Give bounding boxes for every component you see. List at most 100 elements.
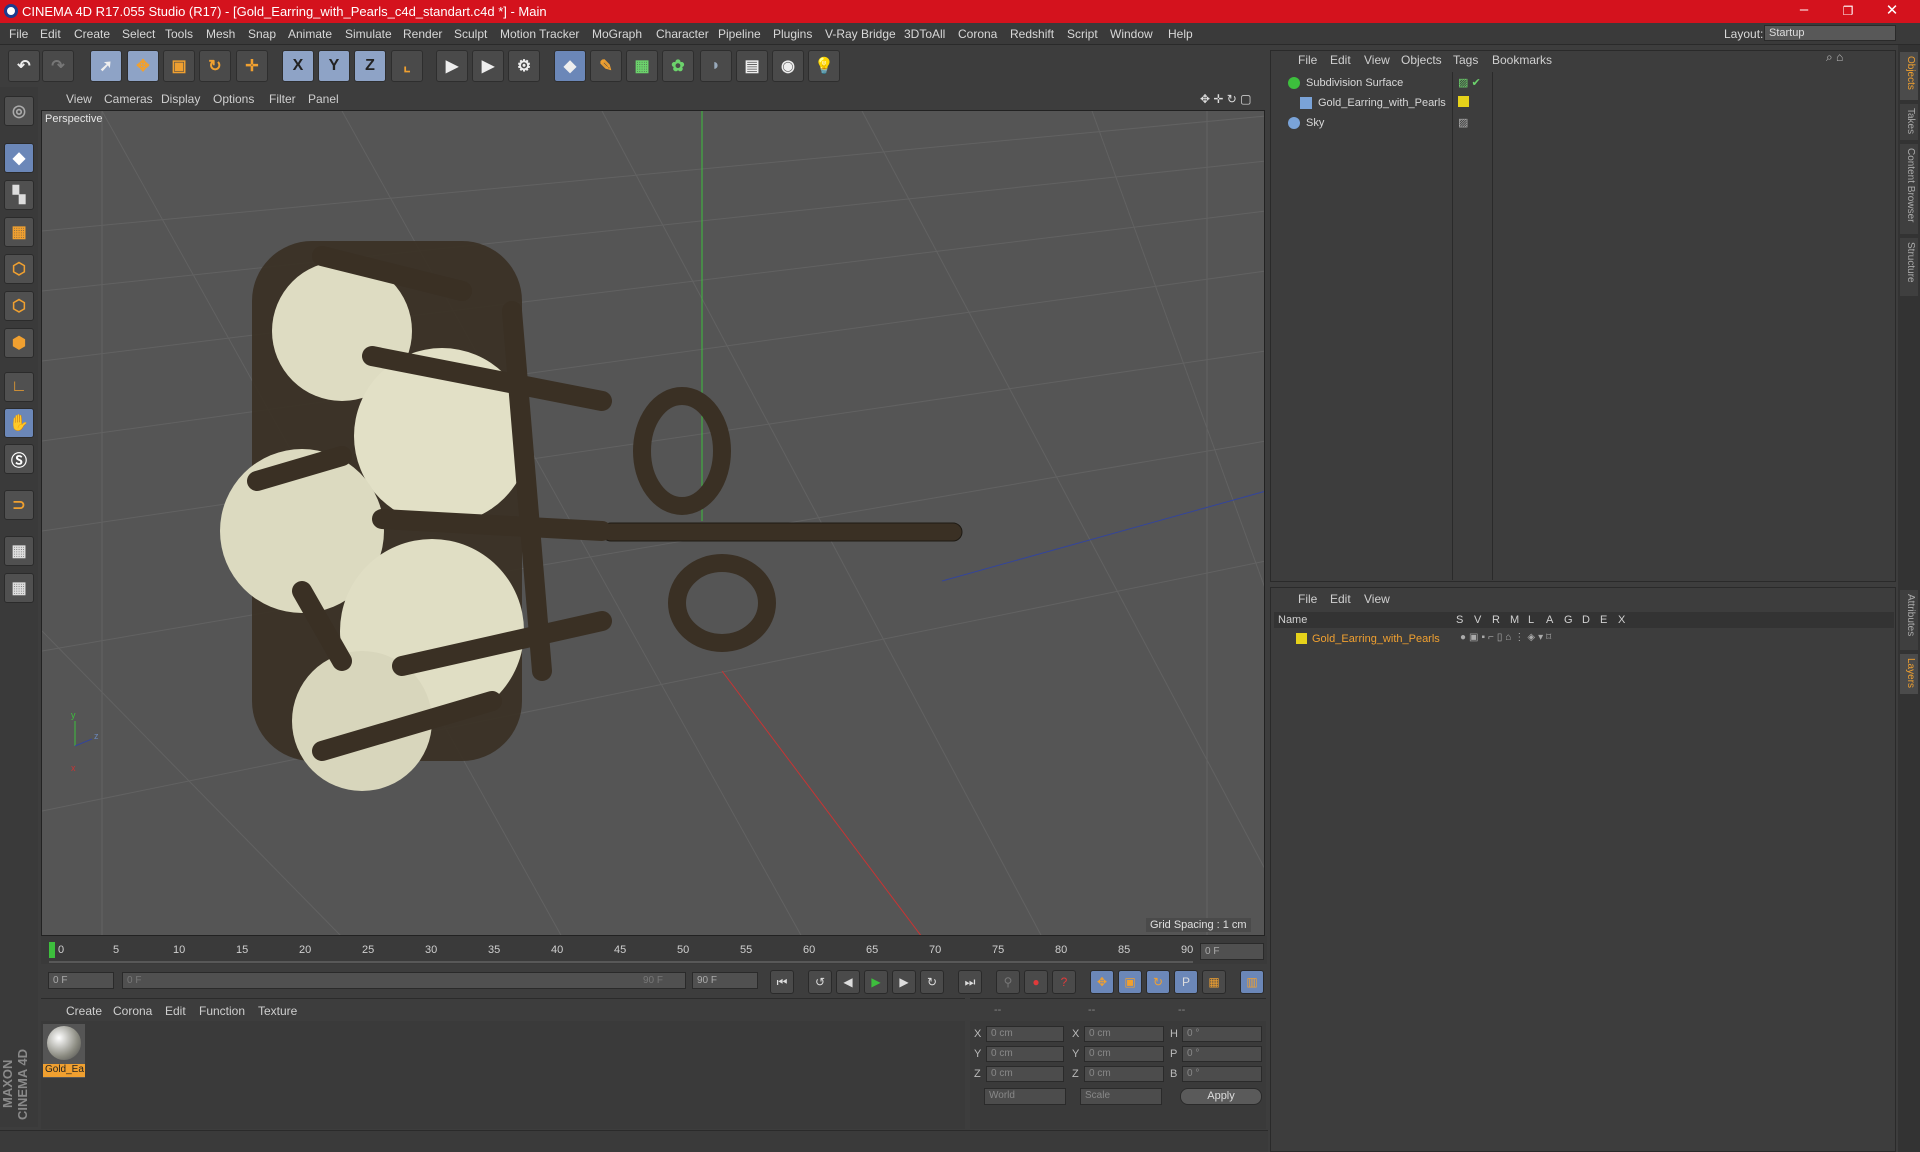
subdivision-surface-icon[interactable]: ▦ xyxy=(626,50,658,82)
deformer-icon[interactable]: ◗ xyxy=(700,50,732,82)
layout-select[interactable]: Startup xyxy=(1764,25,1896,41)
viewport-nav-icons[interactable]: ✥ ✛ ↻ ▢ xyxy=(1200,92,1252,106)
rotation-h-field[interactable]: 0 ° xyxy=(1182,1026,1262,1042)
workplane-icon[interactable]: ▦ xyxy=(4,217,34,247)
position-z-field[interactable]: 0 cm xyxy=(986,1066,1064,1082)
object-menu-edit[interactable]: Edit xyxy=(1330,53,1351,67)
tweak-mode-icon[interactable]: ✋ xyxy=(4,408,34,438)
snap-icon[interactable]: Ⓢ xyxy=(4,444,34,474)
grid-snap-icon[interactable]: ▦ xyxy=(4,573,34,603)
object-menu-tags[interactable]: Tags xyxy=(1453,53,1478,67)
object-menu-bookmarks[interactable]: Bookmarks xyxy=(1492,53,1552,67)
render-picture-viewer-icon[interactable]: ▶ xyxy=(472,50,504,82)
viewport-menu-panel[interactable]: Panel xyxy=(308,92,339,106)
layer-row[interactable]: Gold_Earring_with_Pearls ●▣▪⌐▯⌂⋮◈▾⌑ xyxy=(1274,630,1894,649)
menu-motion-tracker[interactable]: Motion Tracker xyxy=(500,27,579,41)
key-pla-icon[interactable]: ▦ xyxy=(1202,970,1226,994)
key-position-icon[interactable]: ✥ xyxy=(1090,970,1114,994)
coordinate-system-icon[interactable]: ⌞ xyxy=(391,50,423,82)
record-icon[interactable]: ● xyxy=(1024,970,1048,994)
texture-mode-icon[interactable]: ▚ xyxy=(4,180,34,210)
prev-key-icon[interactable]: ↺ xyxy=(808,970,832,994)
object-menu-view[interactable]: View xyxy=(1364,53,1390,67)
redo-icon[interactable]: ↷ xyxy=(42,50,74,82)
object-row[interactable]: Gold_Earring_with_Pearls xyxy=(1274,94,1894,113)
next-frame-icon[interactable]: ▶ xyxy=(892,970,916,994)
z-axis-button[interactable]: Z xyxy=(354,50,386,82)
size-z-field[interactable]: 0 cm xyxy=(1084,1066,1164,1082)
menu-redshift[interactable]: Redshift xyxy=(1010,27,1054,41)
layer-menu-file[interactable]: File xyxy=(1298,592,1317,606)
keyframe-icon[interactable]: ⚲ xyxy=(996,970,1020,994)
material-swatch[interactable]: Gold_Ea xyxy=(43,1024,85,1078)
make-editable-icon[interactable]: ◎ xyxy=(4,96,34,126)
menu-create[interactable]: Create xyxy=(74,27,110,41)
size-mode-dropdown[interactable]: Scale xyxy=(1080,1088,1162,1105)
cube-primitive-icon[interactable]: ◆ xyxy=(554,50,586,82)
viewport-menu-filter[interactable]: Filter xyxy=(269,92,296,106)
material-menu-corona[interactable]: Corona xyxy=(113,1004,152,1018)
menu-pipeline[interactable]: Pipeline xyxy=(718,27,761,41)
menu-mesh[interactable]: Mesh xyxy=(206,27,235,41)
frame-range-slider[interactable]: 0 F 90 F xyxy=(122,972,686,989)
spline-pen-icon[interactable]: ✎ xyxy=(590,50,622,82)
autokey-icon[interactable]: ? xyxy=(1052,970,1076,994)
layer-menu-edit[interactable]: Edit xyxy=(1330,592,1351,606)
viewport-menu-view[interactable]: View xyxy=(66,92,92,106)
minimize-button[interactable]: – xyxy=(1784,1,1824,18)
layer-menu-view[interactable]: View xyxy=(1364,592,1390,606)
timeline-ruler[interactable] xyxy=(41,936,1267,964)
object-row[interactable]: Sky ▨ xyxy=(1274,114,1894,133)
end-frame-field[interactable]: 90 F xyxy=(692,972,758,989)
menu-vray-bridge[interactable]: V-Ray Bridge xyxy=(825,27,896,41)
undo-icon[interactable]: ↶ xyxy=(8,50,40,82)
render-settings-icon[interactable]: ⚙ xyxy=(508,50,540,82)
menu-3dtoall[interactable]: 3DToAll xyxy=(904,27,945,41)
mograph-cloner-icon[interactable]: ✿ xyxy=(662,50,694,82)
edges-mode-icon[interactable]: ⬡ xyxy=(4,291,34,321)
object-visibility-icon[interactable]: ▨ xyxy=(1458,116,1468,129)
menu-edit[interactable]: Edit xyxy=(40,27,61,41)
magnet-icon[interactable]: ⊃ xyxy=(4,490,34,520)
tab-takes[interactable]: Takes xyxy=(1900,104,1918,140)
menu-character[interactable]: Character xyxy=(656,27,709,41)
menu-animate[interactable]: Animate xyxy=(288,27,332,41)
key-rotation-icon[interactable]: ↻ xyxy=(1146,970,1170,994)
tab-attributes[interactable]: Attributes xyxy=(1900,590,1918,650)
transform-tool-icon[interactable]: ✛ xyxy=(236,50,268,82)
close-button[interactable]: ✕ xyxy=(1872,1,1912,19)
rotate-tool-icon[interactable]: ↻ xyxy=(199,50,231,82)
viewport-menu-cameras[interactable]: Cameras xyxy=(104,92,153,106)
menu-snap[interactable]: Snap xyxy=(248,27,276,41)
scale-tool-icon[interactable]: ▣ xyxy=(163,50,195,82)
position-x-field[interactable]: 0 cm xyxy=(986,1026,1064,1042)
menu-script[interactable]: Script xyxy=(1067,27,1098,41)
menu-tools[interactable]: Tools xyxy=(165,27,193,41)
menu-help[interactable]: Help xyxy=(1168,27,1193,41)
model-mode-icon[interactable]: ◆ xyxy=(4,143,34,173)
key-param-icon[interactable]: P xyxy=(1174,970,1198,994)
size-y-field[interactable]: 0 cm xyxy=(1084,1046,1164,1062)
y-axis-button[interactable]: Y xyxy=(318,50,350,82)
object-row[interactable]: Subdivision Surface ▨ ✔ xyxy=(1274,74,1894,93)
coordinate-system-dropdown[interactable]: World xyxy=(984,1088,1066,1105)
menu-corona[interactable]: Corona xyxy=(958,27,997,41)
camera-icon[interactable]: ◉ xyxy=(772,50,804,82)
go-to-start-icon[interactable]: ⏮ xyxy=(770,970,794,994)
material-tag-icon[interactable] xyxy=(1458,96,1469,107)
workplane-lock-icon[interactable]: ▦ xyxy=(4,536,34,566)
floor-icon[interactable]: ▤ xyxy=(736,50,768,82)
tab-structure[interactable]: Structure xyxy=(1900,238,1918,296)
move-tool-icon[interactable]: ✥ xyxy=(127,50,159,82)
menu-file[interactable]: File xyxy=(9,27,28,41)
viewport-menu-options[interactable]: Options xyxy=(213,92,254,106)
tab-content-browser[interactable]: Content Browser xyxy=(1900,144,1918,234)
position-y-field[interactable]: 0 cm xyxy=(986,1046,1064,1062)
size-x-field[interactable]: 0 cm xyxy=(1084,1026,1164,1042)
select-tool-icon[interactable]: ➚ xyxy=(90,50,122,82)
axis-mode-icon[interactable]: ∟ xyxy=(4,372,34,402)
rotation-b-field[interactable]: 0 ° xyxy=(1182,1066,1262,1082)
prev-frame-icon[interactable]: ◀ xyxy=(836,970,860,994)
layer-flag-icons[interactable]: ●▣▪⌐▯⌂⋮◈▾⌑ xyxy=(1460,632,1554,643)
polygons-mode-icon[interactable]: ⬢ xyxy=(4,328,34,358)
